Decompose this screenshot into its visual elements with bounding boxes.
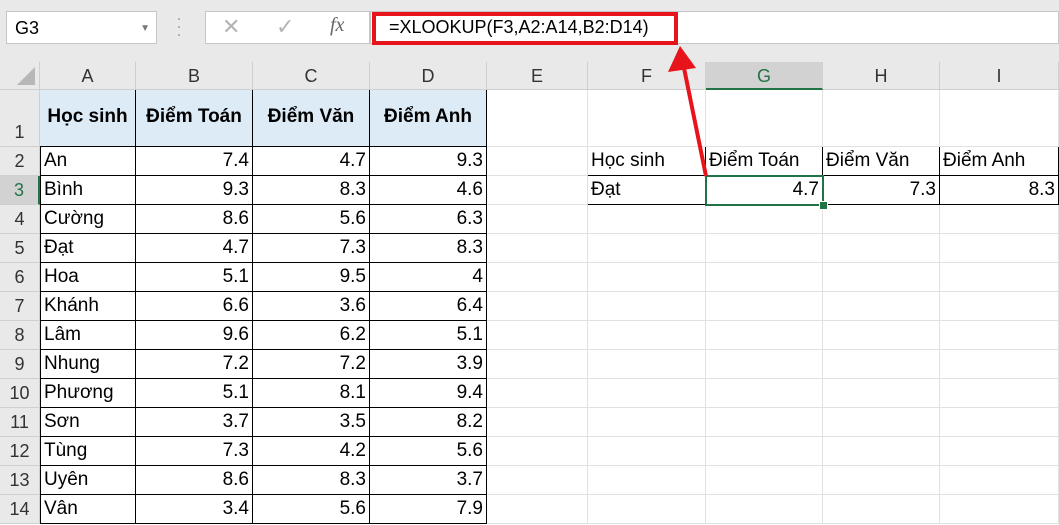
- arrow-head-icon: [668, 46, 696, 72]
- arrow-line: [682, 67, 708, 177]
- annotation-arrow: [668, 46, 708, 177]
